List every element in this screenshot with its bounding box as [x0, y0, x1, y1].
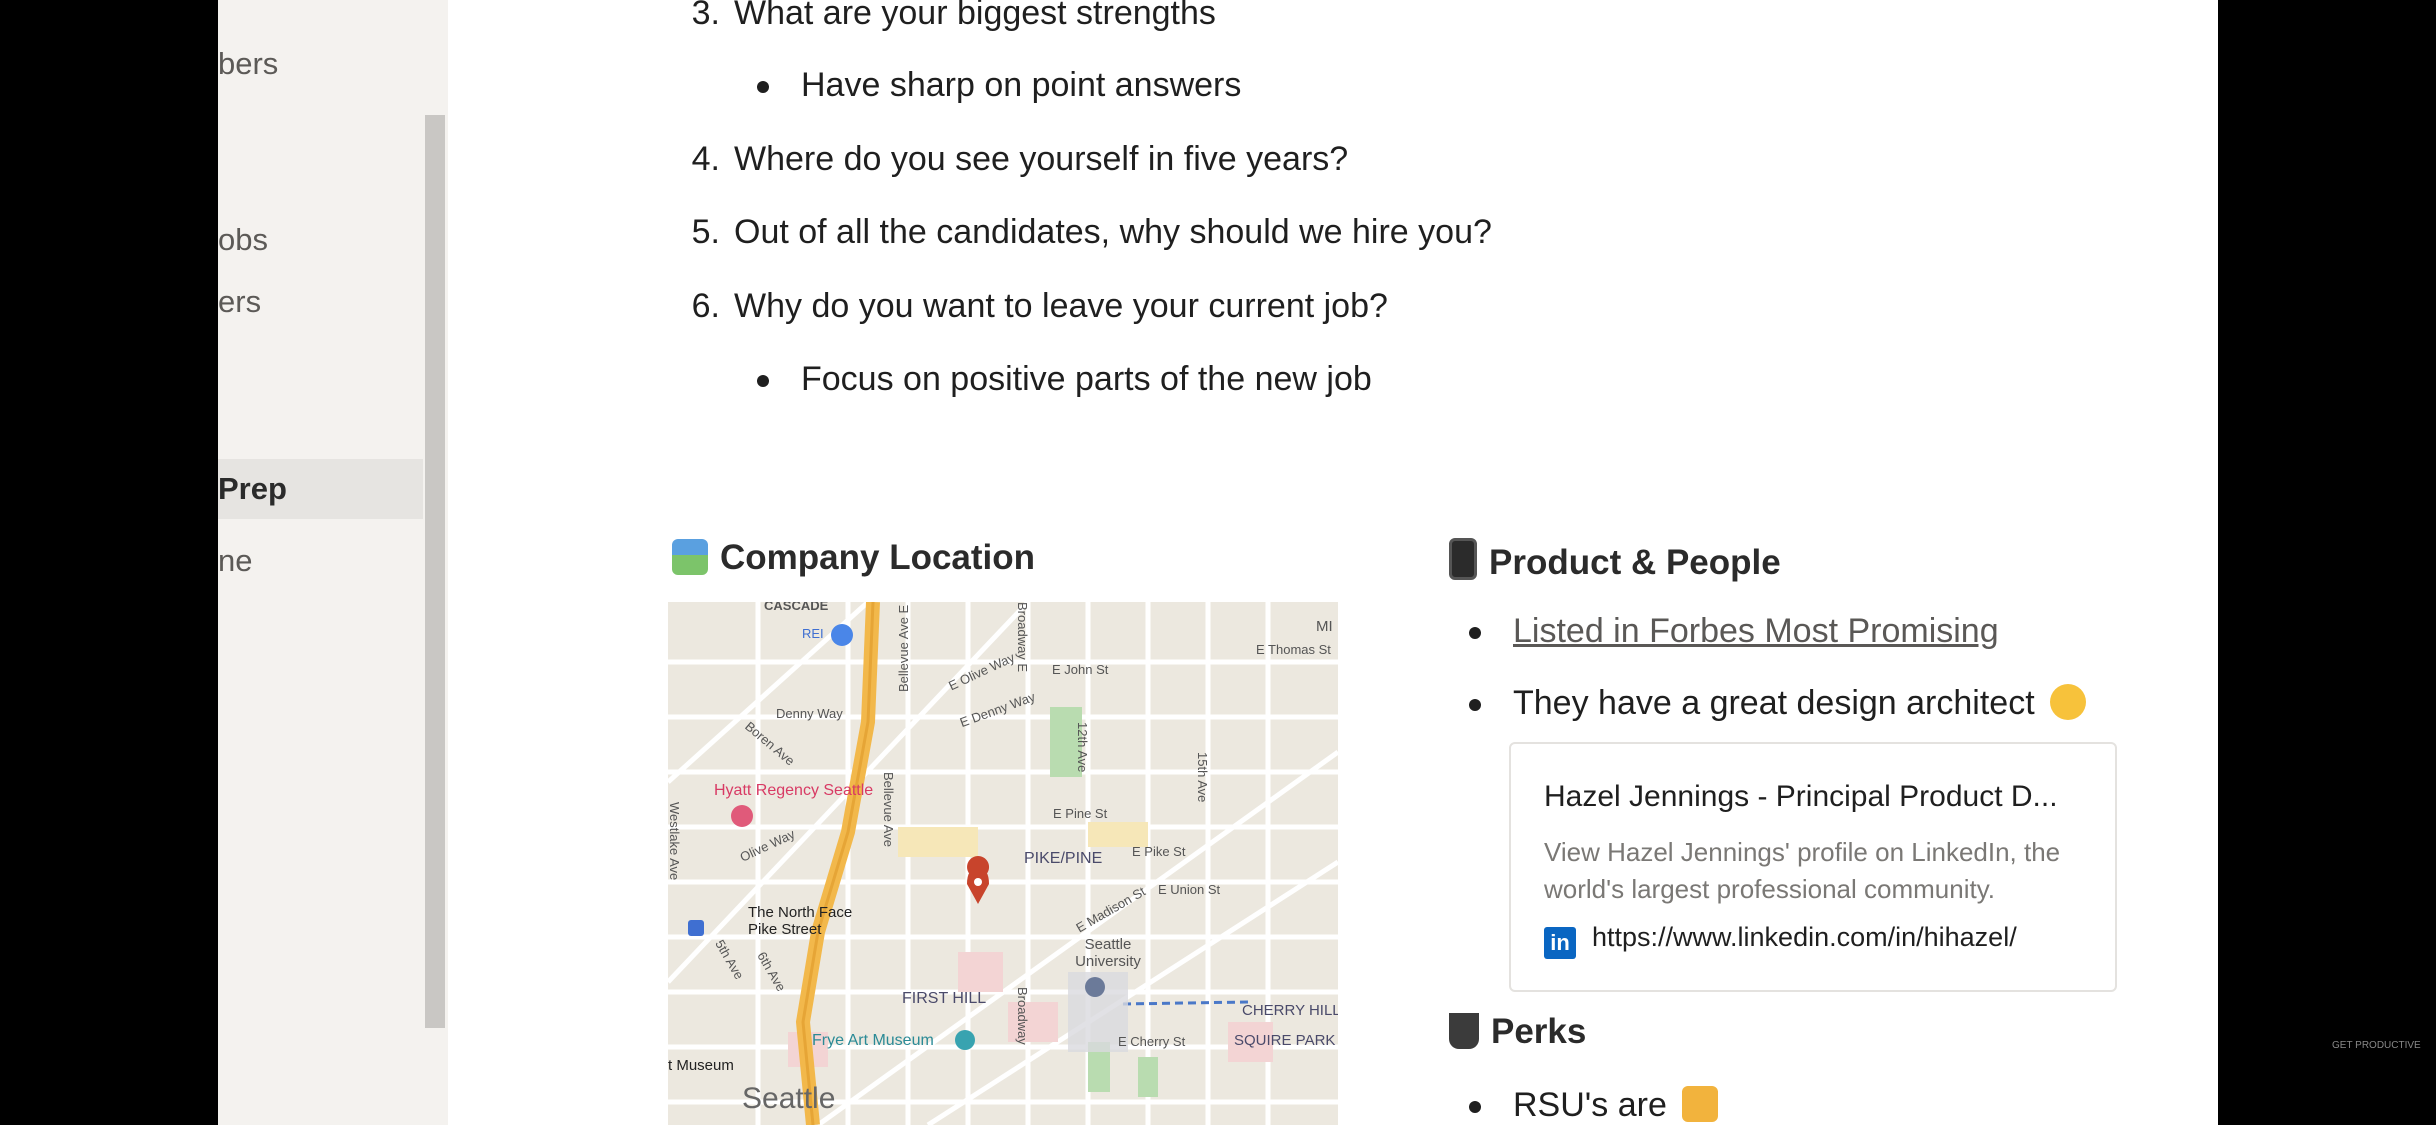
sidebar [218, 0, 448, 1125]
map-label: E Pike St [1132, 844, 1186, 859]
bullet-item: Have sharp on point answers [757, 66, 1241, 105]
map-label: 15th Ave [1195, 752, 1210, 803]
phone-emoji-icon [1449, 538, 1477, 580]
linkedin-bookmark-card[interactable]: Hazel Jennings - Principal Product D... … [1509, 742, 2117, 992]
map-label: E Pine St [1053, 806, 1108, 821]
map-label: Broadway E [1015, 602, 1030, 673]
question-item: 6. Why do you want to leave your current … [691, 287, 1388, 325]
map-label: PIKE/PINE [1024, 850, 1103, 867]
sidebar-item-interview-prep[interactable]: Prep [218, 459, 423, 519]
card-title: Hazel Jennings - Principal Product D... [1544, 780, 2058, 813]
sidebar-item-home[interactable]: ne [218, 543, 252, 579]
card-description: View Hazel Jennings' profile on LinkedIn… [1544, 837, 2061, 904]
thumbs-up-emoji-icon [1682, 1086, 1719, 1122]
map-label: Denny Way [776, 706, 843, 721]
sidebar-item-offers[interactable]: ers [218, 284, 261, 320]
map-label: 12th Ave [1075, 722, 1090, 773]
map-label: Hyatt Regency Seattle [714, 782, 874, 799]
map-label: REI [802, 626, 824, 641]
map-label: Bellevue Ave E [896, 604, 911, 692]
map-label: Frye Art Museum [812, 1032, 934, 1049]
map-label: E Union St [1158, 882, 1221, 897]
sidebar-item-jobs[interactable]: obs [218, 222, 268, 258]
map-label: t Museum [668, 1057, 734, 1074]
map-label: The North Face Pike Street [748, 904, 853, 938]
card-url[interactable]: in https://www.linkedin.com/in/hihazel/ [1544, 922, 2017, 959]
question-item: 5. Out of all the candidates, why should … [691, 213, 1492, 251]
question-item: 3. What are your biggest strengths [691, 0, 1216, 32]
bullet-item: Focus on positive parts of the new job [757, 360, 1372, 399]
map-label: E Thomas St [1256, 642, 1331, 657]
left-letterbox [0, 0, 218, 1125]
coffee-emoji-icon [1449, 1013, 1479, 1049]
map-label: Seattle [742, 1082, 836, 1115]
forbes-link-item[interactable]: Listed in Forbes Most Promising [1469, 612, 1999, 651]
map-label: Westlake Ave [668, 802, 682, 881]
forbes-link[interactable]: Listed in Forbes Most Promising [1513, 612, 1999, 650]
map-label: CASCADE [764, 602, 829, 613]
map-emoji-icon [672, 539, 708, 575]
map-label: Bellevue Ave [881, 772, 896, 847]
right-letterbox [2218, 0, 2436, 1125]
watermark: GET PRODUCTIVE [2332, 1040, 2421, 1051]
perks-heading: Perks [1449, 1012, 1586, 1052]
company-location-heading: Company Location [672, 538, 1035, 578]
question-item: 4. Where do you see yourself in five year… [691, 140, 1349, 178]
star-struck-emoji-icon [2050, 684, 2087, 720]
sidebar-item-members[interactable]: bers [218, 46, 278, 82]
sidebar-scrollbar[interactable] [425, 115, 445, 1028]
map-label: E Cherry St [1118, 1034, 1186, 1049]
map-label: MI [1316, 618, 1333, 635]
map-label: E John St [1052, 662, 1109, 677]
bullet-item: RSU's are [1469, 1086, 1719, 1125]
product-people-heading: Product & People [1449, 538, 1781, 583]
map-label: Broadway [1015, 987, 1030, 1045]
map-label: SQUIRE PARK [1234, 1032, 1336, 1049]
map-label: FIRST HILL [902, 990, 987, 1007]
bullet-item: They have a great design architect [1469, 684, 2087, 723]
linkedin-icon: in [1544, 927, 1576, 959]
company-map[interactable]: CASCADE REI Denny Way E Olive Way E John… [668, 602, 1338, 1125]
map-label: CHERRY HILL [1242, 1002, 1338, 1019]
map-label: Seattle University [1075, 936, 1141, 970]
